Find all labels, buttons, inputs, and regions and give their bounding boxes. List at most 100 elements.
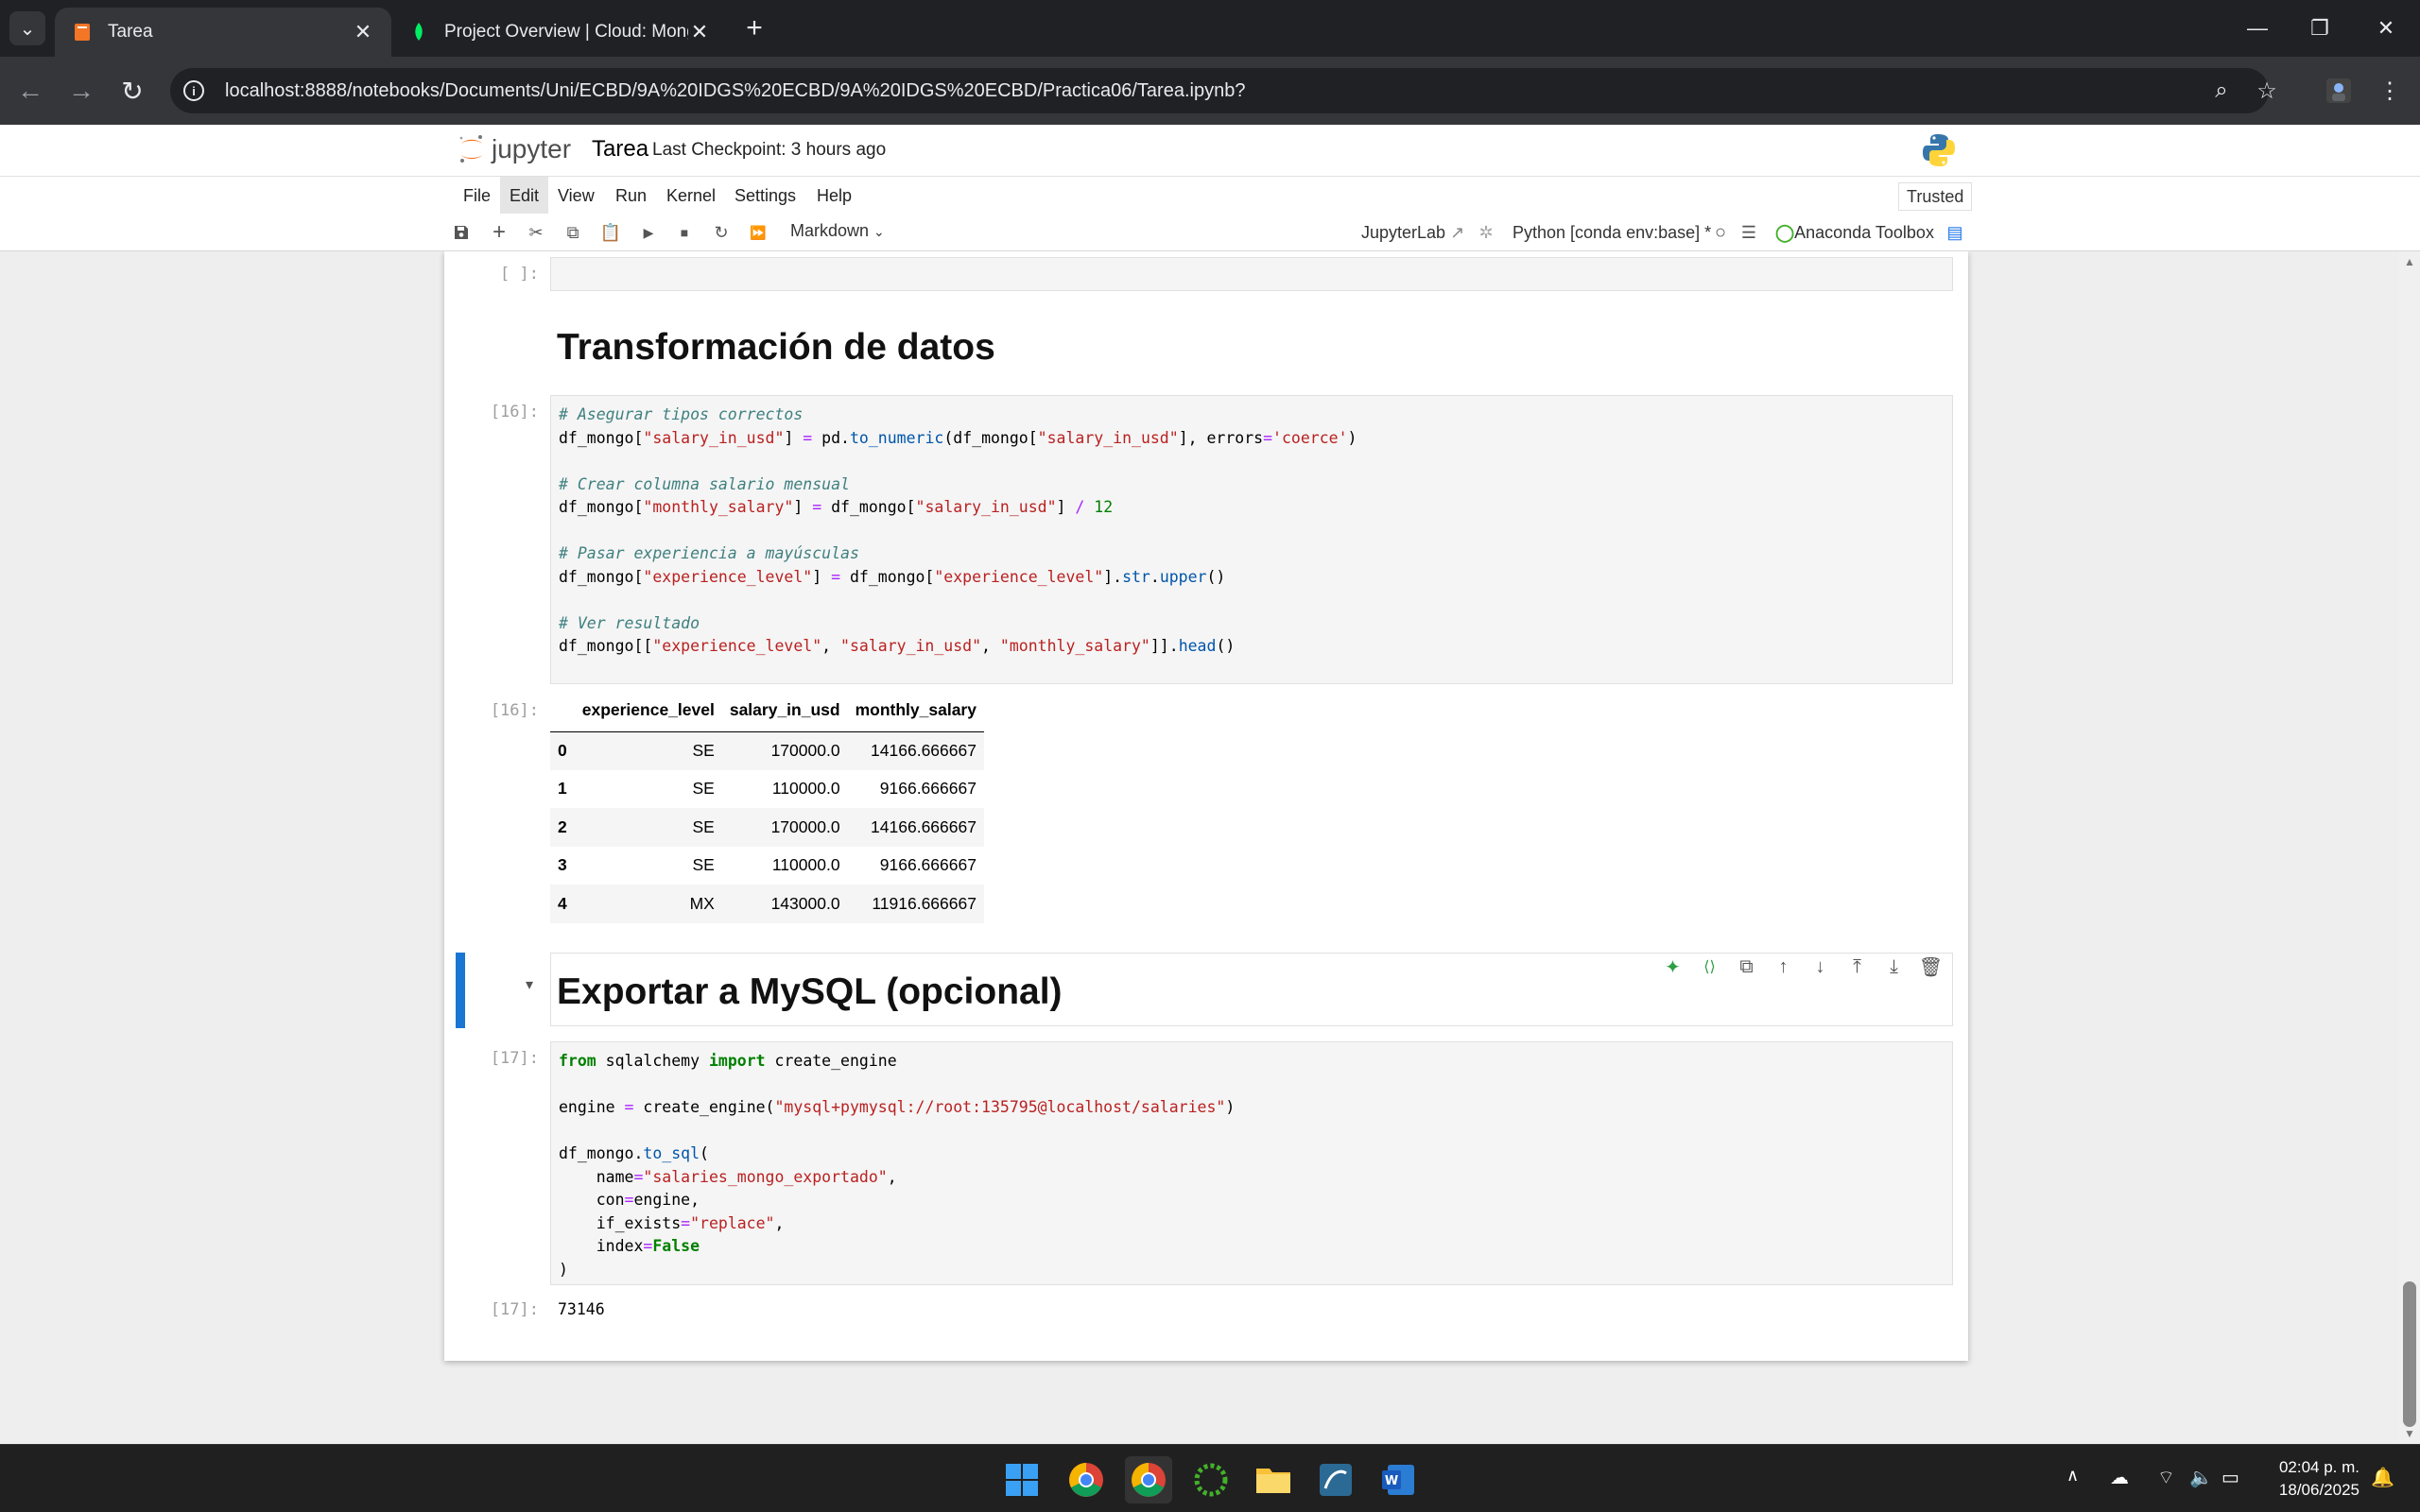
row-index: 0 (558, 741, 567, 760)
more-menu-icon[interactable]: ⋮ (2369, 68, 2411, 113)
reload-icon[interactable]: ↻ (113, 72, 151, 110)
cell-experience-level: SE (692, 741, 715, 760)
jupyter-logo[interactable]: jupyter (458, 132, 571, 166)
scroll-down-icon[interactable]: ▼ (2404, 1427, 2415, 1440)
cut-icon[interactable]: ✂ (523, 219, 549, 246)
tab-title: Project Overview | Cloud: Mong (444, 22, 688, 42)
menu-run[interactable]: Run (606, 177, 656, 215)
code-render-icon[interactable]: ⟨⟩ (1691, 953, 1728, 981)
menu-settings[interactable]: Settings (725, 177, 805, 215)
anaconda-toolbox[interactable]: ◯Anaconda Toolbox (1775, 223, 1934, 243)
collapse-caret-icon[interactable]: ▾ (526, 975, 533, 994)
insert-above-icon[interactable]: ⤒ (1839, 953, 1876, 981)
word-icon[interactable]: W (1374, 1456, 1422, 1503)
paste-icon[interactable]: 📋 (597, 219, 624, 246)
dataframe-output: experience_level salary_in_usd monthly_s… (550, 690, 984, 923)
zoom-icon[interactable]: ⌕ (2201, 68, 2242, 113)
forward-arrow-icon[interactable]: → (62, 72, 100, 110)
close-icon[interactable]: ✕ (688, 20, 711, 44)
minimize-icon[interactable]: — (2229, 9, 2286, 47)
cell-monthly-salary: 14166.666667 (871, 741, 977, 760)
trusted-indicator[interactable]: Trusted (1898, 182, 1973, 211)
property-inspector-icon[interactable]: ▤ (1942, 219, 1968, 246)
window-close-icon[interactable]: ✕ (2358, 9, 2414, 47)
checkpoint-status: Last Checkpoint: 3 hours ago (652, 140, 887, 160)
restart-icon[interactable]: ↻ (708, 219, 735, 246)
notification-bell-icon[interactable]: 🔔 (2371, 1466, 2394, 1489)
stop-icon[interactable]: ■ (671, 219, 698, 246)
close-icon[interactable]: ✕ (352, 20, 374, 44)
profile-avatar[interactable] (2318, 68, 2360, 113)
battery-icon[interactable]: ▭ (2221, 1466, 2239, 1489)
new-tab-button[interactable]: + (737, 11, 771, 45)
index-header (550, 690, 575, 731)
wifi-icon[interactable]: ⌔ (2157, 1466, 2175, 1489)
empty-code-cell[interactable] (550, 257, 1953, 291)
cell-monthly-salary: 14166.666667 (871, 816, 977, 836)
menu-file[interactable]: File (454, 177, 500, 215)
restore-icon[interactable]: ❐ (2291, 9, 2348, 47)
volume-icon[interactable]: 🔈 (2189, 1466, 2213, 1489)
bookmark-star-icon[interactable]: ☆ (2246, 68, 2288, 113)
kernel-name[interactable]: Python [conda env:base] * (1512, 223, 1711, 243)
tab-project-overview[interactable]: Project Overview | Cloud: Mong ✕ (391, 8, 728, 57)
address-bar[interactable]: i localhost:8888/notebooks/Documents/Uni… (170, 68, 2269, 113)
tab-tarea[interactable]: Tarea ✕ (55, 8, 391, 57)
add-cell-icon[interactable]: + (486, 219, 512, 246)
scroll-up-icon[interactable]: ▲ (2404, 255, 2415, 268)
copy-icon[interactable]: ⧉ (560, 219, 586, 246)
menu-help[interactable]: Help (807, 177, 861, 215)
cell-prompt: [ ]: (500, 265, 539, 284)
table-header-row: experience_level salary_in_usd monthly_s… (550, 690, 984, 731)
notebook-name[interactable]: Tarea (592, 136, 648, 163)
start-icon[interactable] (998, 1456, 1046, 1503)
menu-kernel[interactable]: Kernel (657, 177, 725, 215)
move-up-icon[interactable]: ↑ (1765, 953, 1802, 981)
cell-type-select[interactable]: Markdown ⌄ (790, 221, 885, 241)
row-index: 1 (558, 779, 567, 799)
code-cell-16[interactable]: # Asegurar tipos correctos df_mongo["sal… (550, 395, 1953, 684)
output-prompt: [16]: (490, 701, 539, 720)
back-arrow-icon[interactable]: ← (11, 72, 49, 110)
cell-monthly-salary: 9166.666667 (879, 855, 977, 875)
code-cell-17[interactable]: from sqlalchemy import create_engine eng… (550, 1041, 1953, 1285)
save-icon[interactable] (448, 219, 475, 246)
cell-salary: 170000.0 (770, 816, 840, 836)
cell-type-value: Markdown (790, 221, 870, 240)
cell-experience-level: SE (692, 855, 715, 875)
notebook-scrollbar[interactable]: ▲ ▼ (2399, 251, 2420, 1444)
system-clock[interactable]: 02:04 p. m. 18/06/2025 (2261, 1456, 2360, 1502)
chevron-down-icon: ⌄ (873, 224, 885, 239)
tray-chevron-up-icon[interactable]: ∧ (2066, 1466, 2079, 1486)
chevron-down-icon: ⌄ (19, 18, 36, 40)
debugger-icon[interactable]: ✲ (1473, 219, 1499, 246)
tab-search-button[interactable]: ⌄ (9, 11, 45, 45)
mysql-workbench-icon[interactable] (1312, 1456, 1359, 1503)
cell-monthly-salary: 11916.666667 (872, 893, 977, 913)
menu-bar: File Edit View Run Kernel Settings Help … (0, 176, 2420, 215)
delete-icon[interactable]: 🗑 (1912, 953, 1949, 981)
kernel-idle-icon: ○ (1714, 221, 1727, 243)
file-explorer-icon[interactable] (1250, 1456, 1297, 1503)
menu-lines-icon[interactable]: ☰ (1736, 219, 1762, 246)
menu-view[interactable]: View (548, 177, 604, 215)
chrome-profile-icon[interactable] (1063, 1456, 1110, 1503)
move-down-icon[interactable]: ↓ (1802, 953, 1839, 981)
insert-below-icon[interactable]: ⤓ (1876, 953, 1912, 981)
run-icon[interactable]: ▶ (635, 219, 662, 246)
duplicate-icon[interactable]: ⧉ (1728, 953, 1765, 981)
scrollbar-thumb[interactable] (2403, 1281, 2416, 1427)
chrome-active-icon[interactable] (1125, 1456, 1172, 1503)
jupyterlab-link[interactable]: JupyterLab ↗ (1361, 223, 1464, 243)
menu-edit[interactable]: Edit (500, 177, 549, 215)
clock-time: 02:04 p. m. (2278, 1458, 2360, 1476)
markdown-heading[interactable]: Transformación de datos (557, 327, 995, 369)
fast-forward-icon[interactable]: ⏩ (745, 219, 771, 246)
ai-sparkle-icon[interactable]: ✦ (1654, 953, 1691, 981)
table-row: 2 SE 170000.0 14166.666667 (550, 808, 984, 847)
anaconda-navigator-icon[interactable] (1187, 1456, 1235, 1503)
onedrive-icon[interactable]: ☁ (2110, 1466, 2129, 1489)
cell-action-toolbar: ✦ ⟨⟩ ⧉ ↑ ↓ ⤒ ⤓ 🗑 (1654, 953, 1949, 981)
site-info-icon[interactable]: i (183, 80, 204, 101)
markdown-heading[interactable]: Exportar a MySQL (opcional) (557, 971, 1063, 1013)
